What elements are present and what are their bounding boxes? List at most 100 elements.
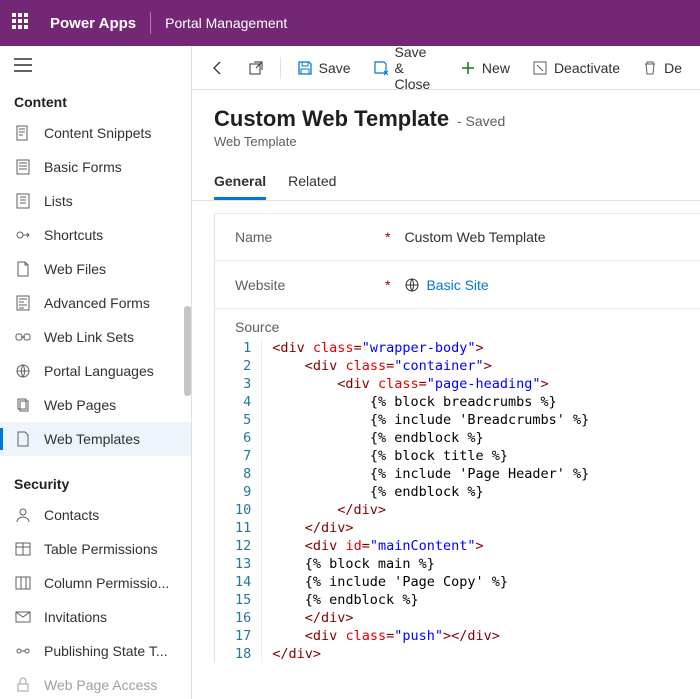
delete-button[interactable]: De: [632, 52, 692, 84]
globe-icon: [404, 277, 420, 293]
sidebar-item-column-permissions[interactable]: Column Permissio...: [0, 566, 191, 600]
new-label: New: [482, 60, 510, 76]
code-gutter: 123456789101112131415161718: [235, 339, 262, 663]
sidebar-item-label: Contacts: [44, 507, 99, 523]
website-link-text: Basic Site: [426, 277, 488, 293]
list-icon: [14, 192, 32, 210]
popout-icon: [248, 60, 264, 76]
sidebar-item-shortcuts[interactable]: Shortcuts: [0, 218, 191, 252]
brand-label: Power Apps: [50, 15, 136, 32]
form-tabs: General Related: [192, 165, 700, 201]
save-close-button[interactable]: Save & Close: [363, 52, 448, 84]
sidebar-item-web-files[interactable]: Web Files: [0, 252, 191, 286]
tab-general[interactable]: General: [214, 165, 266, 200]
sidebar-item-publishing-state[interactable]: Publishing State T...: [0, 634, 191, 668]
main-area: Save Save & Close New Deactivate De Cust…: [192, 46, 700, 699]
save-button[interactable]: Save: [287, 52, 361, 84]
save-label: Save: [319, 60, 351, 76]
save-close-label: Save & Close: [395, 46, 438, 92]
sidebar-item-label: Web Templates: [44, 431, 140, 447]
plus-icon: [460, 60, 476, 76]
sidebar-item-label: Invitations: [44, 609, 107, 625]
deactivate-button[interactable]: Deactivate: [522, 52, 630, 84]
sidebar-item-portal-languages[interactable]: Portal Languages: [0, 354, 191, 388]
sidebar-item-table-permissions[interactable]: Table Permissions: [0, 532, 191, 566]
sidebar-item-lists[interactable]: Lists: [0, 184, 191, 218]
table-icon: [14, 540, 32, 558]
sidebar-item-content-snippets[interactable]: Content Snippets: [0, 116, 191, 150]
sidebar-item-label: Web Files: [44, 261, 106, 277]
field-name-row: Name * Custom Web Template: [215, 213, 700, 261]
deactivate-label: Deactivate: [554, 60, 620, 76]
sidebar-item-label: Portal Languages: [44, 363, 154, 379]
sidebar-item-basic-forms[interactable]: Basic Forms: [0, 150, 191, 184]
hamburger-button[interactable]: [0, 46, 191, 84]
sidebar-item-label: Publishing State T...: [44, 643, 167, 659]
link-icon: [14, 328, 32, 346]
name-label: Name: [235, 229, 385, 245]
group-security: Security: [0, 466, 191, 498]
sidebar-item-web-pages[interactable]: Web Pages: [0, 388, 191, 422]
sidebar-item-contacts[interactable]: Contacts: [0, 498, 191, 532]
sidebar-item-web-link-sets[interactable]: Web Link Sets: [0, 320, 191, 354]
website-value[interactable]: Basic Site: [404, 277, 488, 293]
column-icon: [14, 574, 32, 592]
sidebar-item-invitations[interactable]: Invitations: [0, 600, 191, 634]
sidebar-item-web-page-access[interactable]: Web Page Access: [0, 668, 191, 699]
back-icon: [210, 60, 226, 76]
sidebar-item-label: Basic Forms: [44, 159, 122, 175]
sidebar-item-label: Content Snippets: [44, 125, 151, 141]
delete-label: De: [664, 60, 682, 76]
code-editor[interactable]: 123456789101112131415161718 <div class="…: [215, 339, 700, 663]
sidebar-item-label: Web Page Access: [44, 677, 157, 693]
save-close-icon: [373, 60, 389, 76]
sidebar-item-label: Lists: [44, 193, 73, 209]
popout-button[interactable]: [238, 52, 274, 84]
separator: [280, 57, 281, 79]
deactivate-icon: [532, 60, 548, 76]
scrollbar-thumb[interactable]: [184, 306, 191, 396]
sidebar: Content Content Snippets Basic Forms Lis…: [0, 46, 192, 699]
pages-icon: [14, 396, 32, 414]
save-status: - Saved: [457, 113, 505, 129]
trash-icon: [642, 60, 658, 76]
sidebar-item-label: Advanced Forms: [44, 295, 150, 311]
access-icon: [14, 676, 32, 694]
file-icon: [14, 260, 32, 278]
adv-form-icon: [14, 294, 32, 312]
group-content: Content: [0, 84, 191, 116]
portal-label: Portal Management: [165, 15, 287, 31]
shortcut-icon: [14, 226, 32, 244]
sidebar-item-label: Web Link Sets: [44, 329, 134, 345]
template-icon: [14, 430, 32, 448]
command-bar: Save Save & Close New Deactivate De: [192, 46, 700, 90]
waffle-icon[interactable]: [12, 13, 32, 33]
tab-related[interactable]: Related: [288, 165, 336, 200]
website-label: Website: [235, 277, 385, 293]
name-value[interactable]: Custom Web Template: [404, 229, 545, 245]
sidebar-item-label: Column Permissio...: [44, 575, 169, 591]
field-website-row: Website * Basic Site: [215, 261, 700, 309]
top-bar: Power Apps Portal Management: [0, 0, 700, 46]
person-icon: [14, 506, 32, 524]
back-button[interactable]: [200, 52, 236, 84]
record-header: Custom Web Template - Saved Web Template: [192, 90, 700, 149]
source-label: Source: [215, 309, 700, 339]
sidebar-item-web-templates[interactable]: Web Templates: [0, 422, 191, 456]
globe-icon: [14, 362, 32, 380]
sidebar-item-advanced-forms[interactable]: Advanced Forms: [0, 286, 191, 320]
sidebar-item-label: Shortcuts: [44, 227, 103, 243]
state-icon: [14, 642, 32, 660]
divider: [150, 12, 151, 34]
required-indicator: *: [385, 229, 390, 245]
required-indicator: *: [385, 277, 390, 293]
form-icon: [14, 158, 32, 176]
doc-icon: [14, 124, 32, 142]
mail-icon: [14, 608, 32, 626]
sidebar-item-label: Table Permissions: [44, 541, 158, 557]
entity-name: Web Template: [214, 134, 678, 149]
code-content: <div class="wrapper-body"> <div class="c…: [262, 339, 589, 663]
page-title: Custom Web Template: [214, 106, 449, 131]
new-button[interactable]: New: [450, 52, 520, 84]
nav-list: Content Content Snippets Basic Forms Lis…: [0, 84, 191, 699]
